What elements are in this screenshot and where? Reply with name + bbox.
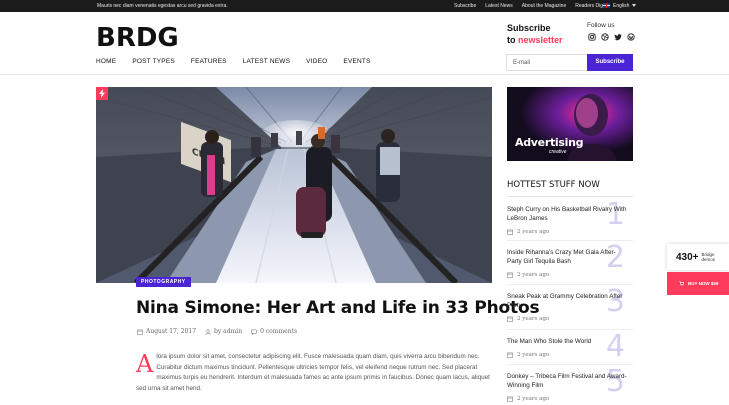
post-author-text: by admin — [214, 328, 243, 335]
hottest-title-4[interactable]: The Man Who Stole the World — [507, 337, 629, 346]
post-comments[interactable]: 0 comments — [251, 328, 297, 335]
hottest-item-1[interactable]: 1 Steph Curry on His Basketball Rivalry … — [507, 200, 633, 236]
hottest-date-text-1: 2 years ago — [517, 229, 550, 235]
nav-video[interactable]: VIDEO — [306, 58, 327, 65]
newsletter-line1: Subscribe — [507, 23, 551, 33]
hottest-title-2[interactable]: Inside Rihanna's Crazy Met Gala After-Pa… — [507, 248, 629, 266]
demos-widget[interactable]: 430+ Bridge demos — [667, 244, 729, 270]
comment-icon — [251, 329, 257, 335]
calendar-icon — [507, 316, 513, 322]
newsletter-heading: Subscribe to newsletter — [507, 22, 563, 46]
caret-down-icon — [632, 4, 637, 7]
post-date-text: August 17, 2017 — [146, 328, 197, 335]
calendar-icon — [137, 329, 143, 335]
nav-post-types[interactable]: POST TYPES — [132, 58, 175, 65]
nav-features[interactable]: FEATURES — [191, 58, 227, 65]
top-link-subscribe[interactable]: Subscribe — [454, 3, 476, 9]
hottest-heading: HOTTEST STUFF NOW — [507, 180, 600, 190]
calendar-icon — [507, 396, 513, 402]
nav-latest-news[interactable]: LATEST NEWS — [243, 58, 290, 65]
hottest-date-text-2: 2 years ago — [517, 272, 550, 278]
hottest-date-text-3: 2 years ago — [517, 316, 550, 322]
hottest-title-5[interactable]: Donkey – Tribeca Film Festival and Award… — [507, 372, 629, 390]
demos-label: Bridge demos — [702, 252, 716, 262]
language-label: English — [613, 2, 630, 9]
drop-cap: A — [136, 350, 154, 378]
top-bar: Mauris nec diam venenatis egestas arcu s… — [0, 0, 729, 12]
hottest-date-4: 2 years ago — [507, 352, 633, 358]
escalator-photo: CLASH CLASH — [96, 87, 492, 283]
calendar-icon — [507, 229, 513, 235]
category-badge[interactable]: PHOTOGRAPHY — [136, 277, 191, 287]
hottest-item-2[interactable]: 2 Inside Rihanna's Crazy Met Gala After-… — [507, 243, 633, 279]
hottest-title-1[interactable]: Steph Curry on His Basketball Rivalry Wi… — [507, 205, 629, 223]
hottest-item-3[interactable]: 3 Sneak Peak at Grammy Celebration After… — [507, 287, 633, 323]
post-date[interactable]: August 17, 2017 — [137, 328, 196, 335]
nav-home[interactable]: HOME — [96, 58, 116, 65]
top-link-latest-news[interactable]: Latest News — [485, 3, 513, 9]
follow-us-label: Follow us — [587, 22, 615, 29]
social-icons — [588, 33, 635, 41]
dribbble-icon[interactable] — [601, 33, 609, 41]
top-links: Subscribe Latest News About the Magazine… — [454, 3, 610, 9]
post-comments-text: 0 comments — [260, 328, 298, 335]
newsletter-to: to — [507, 35, 516, 45]
cart-icon — [679, 281, 684, 286]
user-icon — [205, 328, 211, 335]
buy-now-button[interactable]: BUY NOW $59 — [667, 272, 729, 295]
post-meta: August 17, 2017 by admin 0 comments — [137, 328, 297, 335]
post-excerpt: A lora ipsum dolor sit amet, consectetur… — [136, 352, 492, 394]
trending-bolt-icon — [96, 87, 108, 100]
buy-now-label: BUY NOW $59 — [688, 281, 719, 286]
hottest-date-5: 2 years ago — [507, 396, 633, 402]
language-selector[interactable]: English — [603, 2, 637, 9]
instagram-icon[interactable] — [588, 33, 596, 41]
calendar-icon — [507, 272, 513, 278]
hottest-date-text-4: 2 years ago — [517, 352, 550, 358]
email-input[interactable]: E-mail — [506, 54, 588, 71]
main-nav: HOME POST TYPES FEATURES LATEST NEWS VID… — [96, 58, 387, 65]
ad-subtitle: creative — [549, 149, 567, 155]
advertising-banner[interactable] — [507, 87, 633, 161]
post-title[interactable]: Nina Simone: Her Art and Life in 33 Phot… — [136, 298, 540, 318]
header-divider — [0, 74, 729, 75]
post-excerpt-text: lora ipsum dolor sit amet, consectetur a… — [136, 353, 490, 392]
wordpress-icon[interactable] — [627, 33, 635, 41]
demos-label-line2: demos — [701, 257, 716, 262]
hottest-title-3[interactable]: Sneak Peak at Grammy Celebration After P… — [507, 292, 629, 310]
post-author[interactable]: by admin — [205, 328, 242, 335]
demos-count: 430+ — [676, 251, 699, 263]
twitter-icon[interactable] — [614, 33, 622, 41]
newsletter-line2: to newsletter — [507, 34, 563, 46]
newsletter-accent: newsletter — [518, 35, 563, 45]
hottest-item-4[interactable]: 4 The Man Who Stole the World 2 years ag… — [507, 332, 633, 362]
nav-events[interactable]: EVENTS — [343, 58, 370, 65]
calendar-icon — [507, 352, 513, 358]
ad-portrait-image — [507, 87, 633, 161]
ad-title: Advertising — [515, 136, 584, 149]
hottest-date-text-5: 2 years ago — [517, 396, 550, 402]
hottest-date-3: 2 years ago — [507, 316, 633, 322]
hottest-date-1: 2 years ago — [507, 229, 633, 235]
top-link-about[interactable]: About the Magazine — [522, 3, 566, 9]
featured-image[interactable]: CLASH CLASH — [96, 87, 492, 283]
site-logo[interactable]: BRDG — [96, 23, 179, 53]
top-ticker: Mauris nec diam venenatis egestas arcu s… — [97, 3, 228, 9]
hottest-item-5[interactable]: 5 Donkey – Tribeca Film Festival and Awa… — [507, 367, 633, 403]
hottest-date-2: 2 years ago — [507, 272, 633, 278]
uk-flag-icon — [603, 3, 610, 8]
subscribe-button[interactable]: Subscribe — [587, 54, 633, 71]
